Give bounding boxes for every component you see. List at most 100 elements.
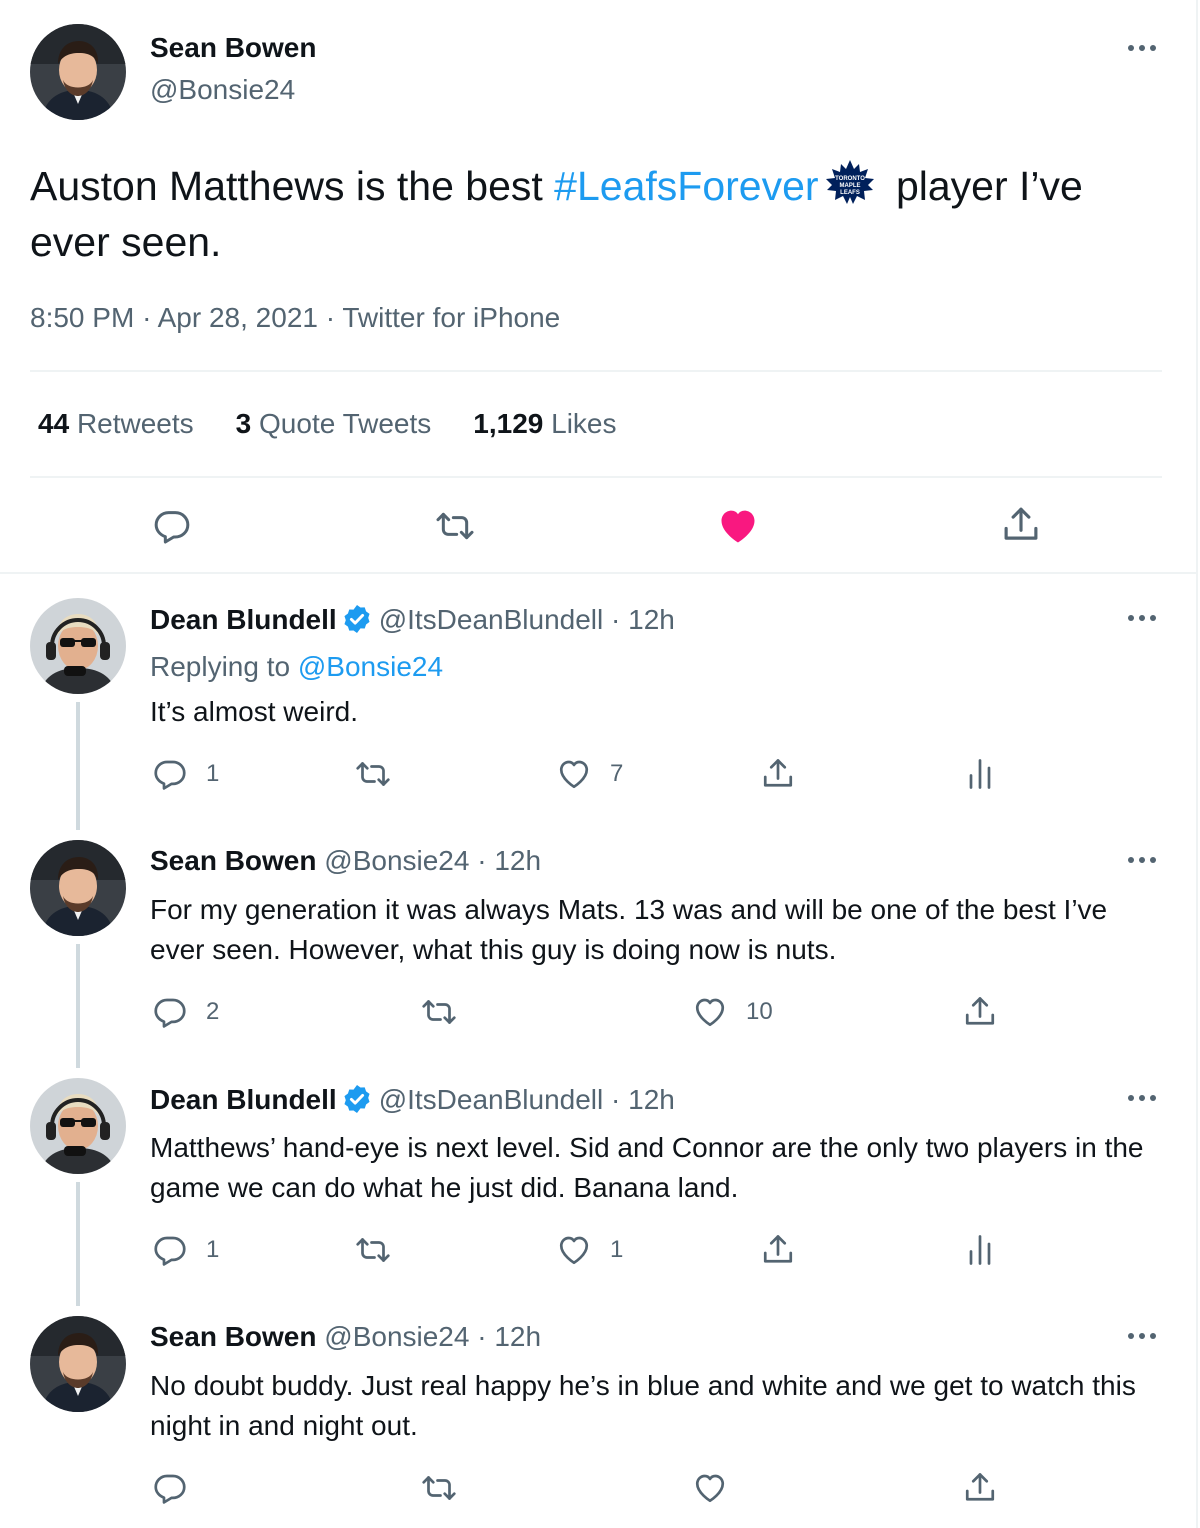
share-icon bbox=[962, 1470, 998, 1506]
analytics-icon bbox=[962, 1232, 998, 1268]
reply-author-handle[interactable]: @ItsDeanBlundell bbox=[379, 1084, 604, 1115]
retweet-button[interactable] bbox=[354, 1232, 392, 1268]
tweet-stats: 44 Retweets 3 Quote Tweets 1,129 Likes bbox=[38, 408, 617, 440]
avatar[interactable] bbox=[30, 598, 126, 694]
svg-text:TORONTO: TORONTO bbox=[835, 176, 865, 182]
svg-text:MAPLE: MAPLE bbox=[839, 183, 860, 189]
avatar[interactable] bbox=[30, 1078, 126, 1174]
reply-author-name[interactable]: Sean Bowen bbox=[150, 845, 316, 876]
meta-separator: · bbox=[469, 845, 495, 876]
reply-author-handle[interactable]: @Bonsie24 bbox=[324, 845, 469, 876]
reply-count: 1 bbox=[206, 1236, 220, 1263]
more-options-button[interactable] bbox=[1122, 38, 1162, 58]
verified-badge-icon bbox=[341, 1083, 373, 1115]
tweet-time[interactable]: 8:50 PM bbox=[30, 302, 134, 333]
main-author-handle[interactable]: @Bonsie24 bbox=[150, 74, 295, 106]
more-options-button[interactable] bbox=[1122, 1088, 1162, 1108]
main-author-name[interactable]: Sean Bowen bbox=[150, 32, 316, 64]
share-button[interactable] bbox=[760, 1232, 796, 1268]
reply-header: Dean Blundell @ItsDeanBlundell · 12h bbox=[150, 603, 675, 636]
avatar[interactable] bbox=[30, 1316, 126, 1412]
meta-separator: · bbox=[603, 1084, 629, 1115]
meta-separator: · bbox=[142, 302, 152, 333]
reply-icon bbox=[152, 1470, 188, 1506]
retweet-button[interactable] bbox=[420, 1470, 458, 1506]
likes-count: 1,129 bbox=[473, 408, 544, 439]
share-icon bbox=[760, 1232, 796, 1268]
reply-button[interactable] bbox=[152, 1470, 188, 1506]
reply-header: Sean Bowen @Bonsie24 · 12h bbox=[150, 1321, 541, 1353]
retweet-button[interactable] bbox=[434, 506, 476, 546]
like-button[interactable]: 7 bbox=[556, 756, 623, 792]
retweet-icon bbox=[420, 1470, 458, 1506]
share-button[interactable] bbox=[1000, 504, 1042, 546]
reply-author-handle[interactable]: @ItsDeanBlundell bbox=[379, 604, 604, 635]
share-button[interactable] bbox=[962, 994, 998, 1030]
reply-author-handle[interactable]: @Bonsie24 bbox=[324, 1321, 469, 1352]
retweet-icon bbox=[434, 506, 476, 546]
share-button[interactable] bbox=[962, 1470, 998, 1506]
replying-to-handle[interactable]: @Bonsie24 bbox=[298, 651, 443, 682]
like-button[interactable] bbox=[692, 1470, 728, 1506]
avatar[interactable] bbox=[30, 840, 126, 936]
retweet-icon bbox=[354, 756, 392, 792]
quote-count: 3 bbox=[235, 408, 252, 439]
retweet-button[interactable] bbox=[354, 756, 392, 792]
reply-button[interactable] bbox=[152, 506, 192, 546]
reply-time[interactable]: 12h bbox=[628, 604, 675, 635]
thread-line bbox=[76, 702, 80, 830]
reply-author-name[interactable]: Dean Blundell bbox=[150, 604, 337, 635]
reply-button[interactable]: 2 bbox=[152, 994, 219, 1030]
heart-icon bbox=[556, 1232, 592, 1268]
reply-count: 1 bbox=[206, 760, 220, 787]
reply-button[interactable]: 1 bbox=[152, 756, 219, 792]
retweet-icon bbox=[354, 1232, 392, 1268]
likes-stat[interactable]: 1,129 Likes bbox=[473, 408, 616, 440]
reply-author-name[interactable]: Sean Bowen bbox=[150, 1321, 316, 1352]
replying-to: Replying to @Bonsie24 bbox=[150, 651, 443, 683]
share-button[interactable] bbox=[760, 756, 796, 792]
like-button[interactable] bbox=[716, 504, 760, 548]
reply-button[interactable]: 1 bbox=[152, 1232, 219, 1268]
reply-text: It’s almost weird. bbox=[150, 696, 358, 727]
thread-line bbox=[76, 944, 80, 1068]
likes-label: Likes bbox=[551, 408, 617, 439]
divider bbox=[0, 572, 1196, 574]
reply-time[interactable]: 12h bbox=[494, 845, 541, 876]
tweet-date[interactable]: Apr 28, 2021 bbox=[158, 302, 318, 333]
retweets-stat[interactable]: 44 Retweets bbox=[38, 408, 194, 440]
meta-separator: · bbox=[325, 302, 336, 333]
like-button[interactable]: 10 bbox=[692, 994, 773, 1030]
reply-icon bbox=[152, 1232, 188, 1268]
more-options-button[interactable] bbox=[1122, 608, 1162, 628]
reply-time[interactable]: 12h bbox=[628, 1084, 675, 1115]
timeline-right-border bbox=[1196, 0, 1198, 1528]
retweet-icon bbox=[420, 994, 458, 1030]
main-text-before: Auston Matthews is the best bbox=[30, 163, 543, 209]
more-options-button[interactable] bbox=[1122, 850, 1162, 870]
quote-tweets-stat[interactable]: 3 Quote Tweets bbox=[236, 408, 432, 440]
more-options-button[interactable] bbox=[1122, 1326, 1162, 1346]
tweet-source[interactable]: Twitter for iPhone bbox=[342, 302, 560, 333]
avatar[interactable] bbox=[30, 24, 126, 120]
tweet-meta: 8:50 PM · Apr 28, 2021 · Twitter for iPh… bbox=[30, 302, 560, 334]
like-count: 1 bbox=[610, 1236, 624, 1263]
share-icon bbox=[962, 994, 998, 1030]
divider bbox=[30, 476, 1162, 478]
heart-icon bbox=[692, 994, 728, 1030]
reply-text: Matthews’ hand-eye is next level. Sid an… bbox=[150, 1132, 1144, 1203]
share-icon bbox=[1000, 504, 1042, 546]
like-count: 10 bbox=[746, 998, 773, 1025]
meta-separator: · bbox=[603, 604, 629, 635]
heart-icon bbox=[692, 1470, 728, 1506]
like-button[interactable]: 1 bbox=[556, 1232, 623, 1268]
replying-to-label: Replying to bbox=[150, 651, 291, 682]
share-icon bbox=[760, 756, 796, 792]
retweet-button[interactable] bbox=[420, 994, 458, 1030]
reply-author-name[interactable]: Dean Blundell bbox=[150, 1084, 337, 1115]
reply-time[interactable]: 12h bbox=[494, 1321, 541, 1352]
hashtag-link[interactable]: #LeafsForever bbox=[554, 163, 818, 209]
analytics-button[interactable] bbox=[962, 756, 998, 792]
analytics-button[interactable] bbox=[962, 1232, 998, 1268]
main-tweet-text: Auston Matthews is the best #LeafsForeve… bbox=[30, 158, 1170, 270]
